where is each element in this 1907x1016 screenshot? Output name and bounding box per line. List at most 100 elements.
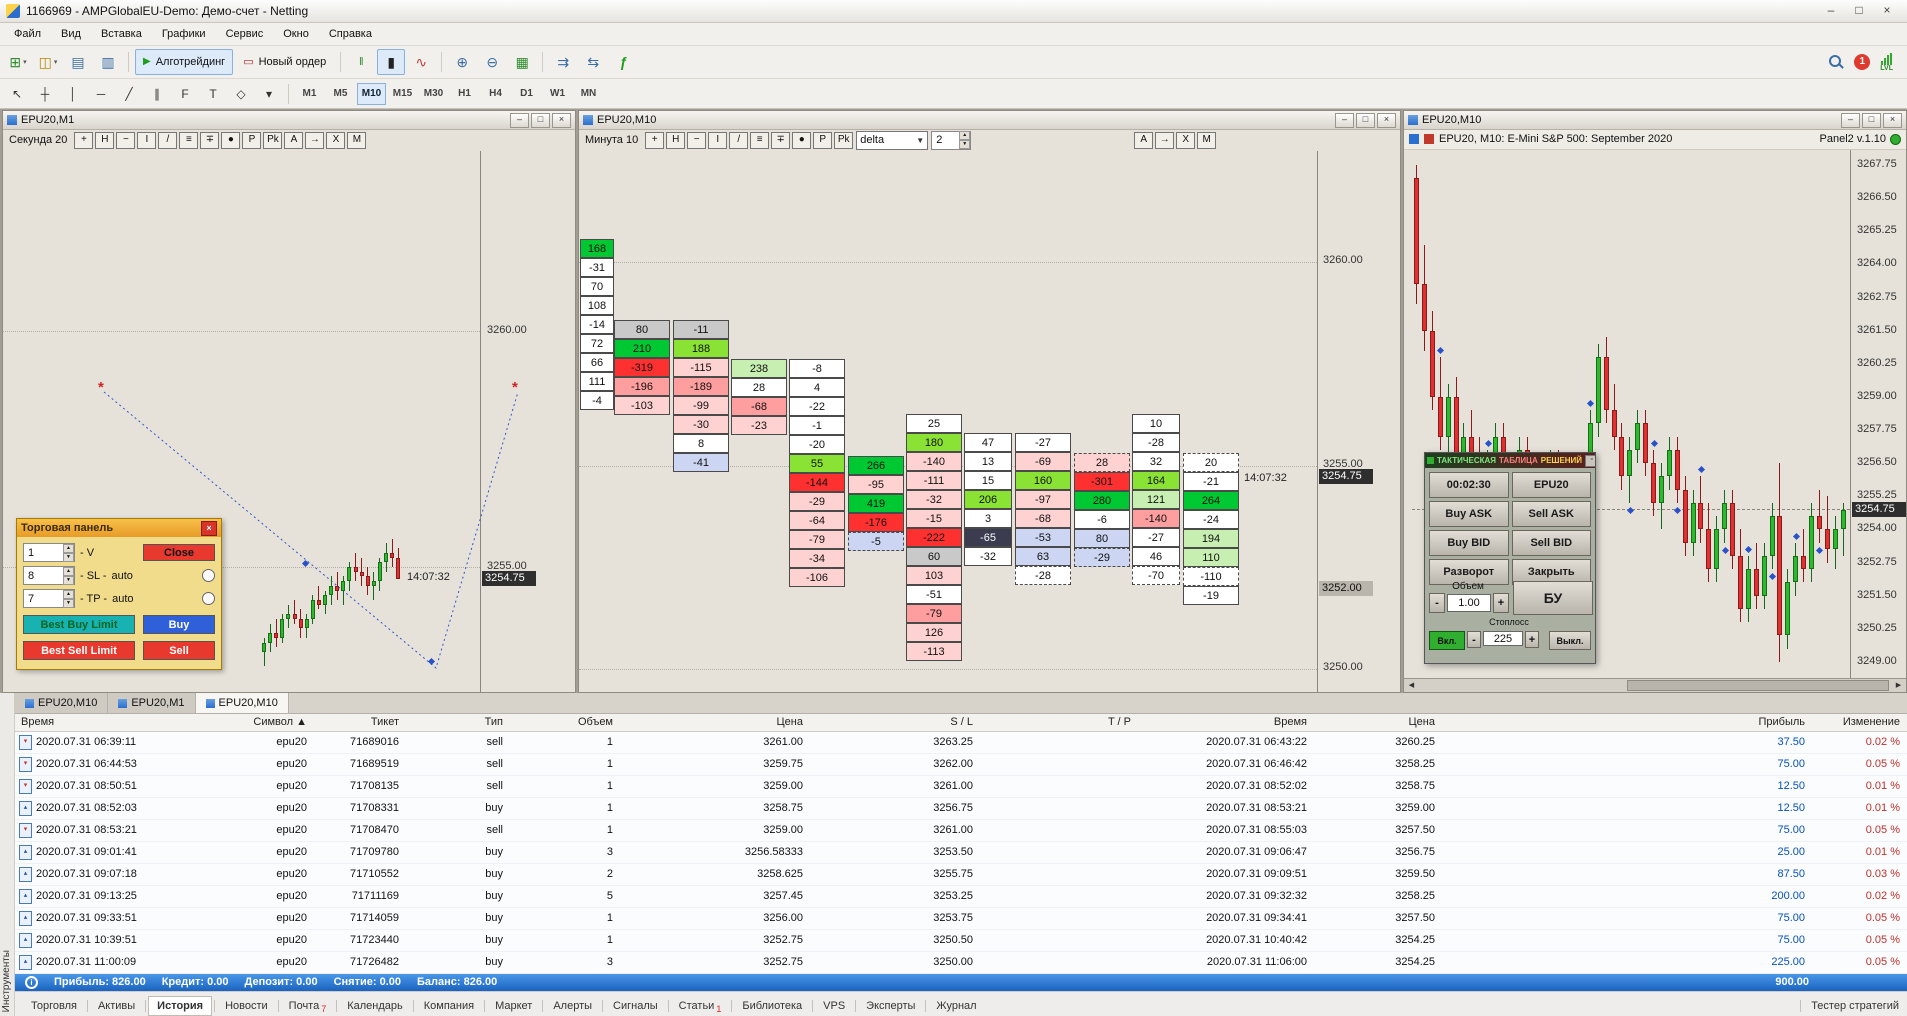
chart-arrow-icon[interactable]: →	[1155, 131, 1175, 149]
buy-bid-button[interactable]: Buy BID	[1429, 530, 1509, 556]
tool-trendline-icon[interactable]: ╱	[116, 82, 142, 106]
tool-fibonacci-icon[interactable]: F	[172, 82, 198, 106]
best-sell-limit-button[interactable]: Best Sell Limit	[23, 641, 135, 660]
chart-shift-icon[interactable]: ⇆	[579, 49, 607, 75]
column-header[interactable]: Объем	[509, 716, 619, 728]
chart-clear-icon[interactable]: X	[326, 131, 346, 149]
column-header[interactable]: Тип	[405, 716, 509, 728]
table-row[interactable]: ▾ 2020.07.31 08:53:21 epu20 71708470 sell 1 32…	[15, 819, 1907, 842]
chart-delta-icon[interactable]: ∓	[771, 131, 791, 149]
horizontal-scrollbar[interactable]: ◀ ▶	[1404, 678, 1906, 692]
bottom-tab-8[interactable]: Маркет	[487, 997, 540, 1015]
close-trade-button[interactable]: Close	[143, 544, 215, 561]
connection-status-icon[interactable]: LVL	[1880, 52, 1893, 72]
stepper-arrows[interactable]: ▲ ▼	[63, 589, 74, 608]
chart-window-titlebar[interactable]: EPU20,M10 – □ ×	[579, 111, 1400, 130]
menu-item[interactable]: Сервис	[216, 26, 274, 42]
table-row[interactable]: ▴ 2020.07.31 09:33:51 epu20 71714059 buy 1 325…	[15, 907, 1907, 930]
tool-cursor-icon[interactable]: ↖	[4, 82, 30, 106]
chart-window-titlebar[interactable]: EPU20,M1 – □ ×	[3, 111, 575, 130]
scrollbar-track[interactable]	[1419, 679, 1891, 692]
breakeven-button[interactable]: БУ	[1513, 581, 1593, 615]
chart-mode-icon[interactable]: M	[347, 131, 367, 149]
chart-profile-icon[interactable]: P	[813, 131, 833, 149]
chart-arrow-icon[interactable]: →	[305, 131, 325, 149]
bar-chart-icon[interactable]: ‖	[347, 49, 375, 75]
scrollbar-thumb[interactable]	[1627, 680, 1889, 691]
column-header[interactable]: Время	[1137, 716, 1313, 728]
chart-tab[interactable]: EPU20,M10	[15, 693, 109, 713]
chart-slash-icon[interactable]: /	[158, 131, 178, 149]
bottom-tab-10[interactable]: Сигналы	[605, 997, 666, 1015]
chart-tab[interactable]: EPU20,M10	[195, 693, 289, 713]
chart-plus-icon[interactable]: +	[74, 131, 94, 149]
close-icon[interactable]: ×	[1377, 112, 1396, 128]
data-window-icon[interactable]: ▤	[64, 49, 92, 75]
bottom-tab-15[interactable]: Журнал	[928, 997, 984, 1015]
best-buy-limit-button[interactable]: Best Buy Limit	[23, 615, 135, 634]
tool-crosshair-icon[interactable]: ┼	[32, 82, 58, 106]
menu-item[interactable]: Вид	[51, 26, 91, 42]
tp-stepper[interactable]: 7 ▲ ▼	[23, 589, 75, 608]
column-header[interactable]: Время	[15, 716, 185, 728]
table-row[interactable]: ▾ 2020.07.31 08:50:51 epu20 71708135 sell 1 32…	[15, 775, 1907, 798]
chart-info-icon[interactable]: I	[708, 131, 728, 149]
bottom-tab-14[interactable]: Эксперты	[858, 997, 923, 1015]
close-icon[interactable]: ×	[552, 112, 571, 128]
line-chart-icon[interactable]: ∿	[407, 49, 435, 75]
tool-shapes-icon[interactable]: ◇	[228, 82, 254, 106]
maximize-icon[interactable]: □	[1845, 2, 1873, 20]
chart-info-icon[interactable]: I	[137, 131, 157, 149]
timeframe-m10[interactable]: M10	[357, 82, 386, 105]
buy-ask-button[interactable]: Buy ASK	[1429, 501, 1509, 527]
minimize-icon[interactable]: –	[1335, 112, 1354, 128]
indicators-icon[interactable]: ƒ	[609, 49, 637, 75]
chart-high-low-icon[interactable]: H	[666, 131, 686, 149]
notification-badge[interactable]: 1	[1854, 54, 1871, 70]
minimize-icon[interactable]: –	[510, 112, 529, 128]
chart-mode-icon[interactable]: M	[1197, 131, 1217, 149]
menu-item[interactable]: Окно	[273, 26, 319, 42]
chart-minus-icon[interactable]: −	[116, 131, 136, 149]
table-row[interactable]: ▴ 2020.07.31 09:13:25 epu20 71711169 buy 5 325…	[15, 885, 1907, 908]
strategy-tester-label[interactable]: Тестер стратегий	[1811, 1000, 1899, 1012]
minimize-icon[interactable]: –	[1817, 2, 1845, 20]
sl-auto-radio[interactable]	[202, 569, 215, 582]
candle-chart-icon[interactable]: ▮	[377, 49, 406, 75]
column-header[interactable]: Цена	[619, 716, 809, 728]
menu-item[interactable]: Графики	[152, 26, 216, 42]
anchor-star-icon[interactable]: *	[98, 379, 104, 396]
chart-dot-icon[interactable]: ●	[792, 131, 812, 149]
scroll-right-icon[interactable]: ▶	[1891, 679, 1906, 692]
column-header[interactable]: Тикет	[313, 716, 405, 728]
chart-window-titlebar[interactable]: EPU20,M10 – □ ×	[1404, 111, 1906, 130]
zoom-in-icon[interactable]: ⊕	[448, 49, 476, 75]
tile-windows-icon[interactable]: ▦	[508, 49, 536, 75]
timeframe-h4[interactable]: H4	[481, 83, 510, 105]
timeframe-m15[interactable]: M15	[388, 83, 417, 105]
bottom-tab-1[interactable]: Торговля	[23, 997, 85, 1015]
bottom-tab-11[interactable]: Статьи 1	[671, 997, 730, 1015]
stoploss-plus-button[interactable]: +	[1525, 631, 1539, 648]
sell-button[interactable]: Sell	[143, 641, 215, 660]
bottom-tab-13[interactable]: VPS	[815, 997, 853, 1015]
table-row[interactable]: ▾ 2020.07.31 06:44:53 epu20 71689519 sell 1 32…	[15, 753, 1907, 776]
bottom-tab-12[interactable]: Библиотека	[734, 997, 810, 1015]
table-row[interactable]: ▴ 2020.07.31 11:00:09 epu20 71726482 buy 3 325…	[15, 951, 1907, 974]
profiles-icon[interactable]: ◫ ▾	[34, 49, 62, 75]
tool-text-icon[interactable]: T	[200, 82, 226, 106]
chart-clear-icon[interactable]: X	[1176, 131, 1196, 149]
chart-slash-icon[interactable]: /	[729, 131, 749, 149]
stepper-arrows[interactable]: ▲ ▼	[959, 131, 971, 149]
chart-profile-icon[interactable]: P	[242, 131, 262, 149]
bottom-tab-2[interactable]: Активы	[90, 997, 143, 1015]
toolbox-tab-label[interactable]: Инструменты	[1, 950, 12, 1012]
timeframe-m5[interactable]: M5	[326, 83, 355, 105]
chart-minus-icon[interactable]: −	[687, 131, 707, 149]
stoploss-minus-button[interactable]: -	[1467, 631, 1481, 648]
close-icon[interactable]: ×	[1873, 2, 1901, 20]
minimize-icon[interactable]: –	[1841, 112, 1860, 128]
menu-item[interactable]: Вставка	[91, 26, 152, 42]
symbol-button[interactable]: EPU20	[1511, 472, 1591, 498]
chart-auto-icon[interactable]: A	[284, 131, 304, 149]
